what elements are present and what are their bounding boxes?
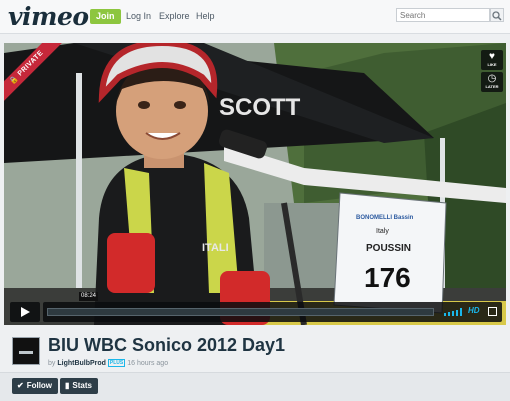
- time-display: 08:24: [79, 292, 99, 301]
- plate-number: 176: [364, 262, 411, 293]
- heart-icon: ♥: [489, 51, 495, 62]
- play-button[interactable]: [10, 302, 40, 322]
- tent-brand-text: SCOTT: [219, 94, 301, 121]
- lock-icon: 🔒: [8, 74, 20, 86]
- action-bar: ✔ Follow ▮ Stats: [0, 372, 510, 401]
- volume-control[interactable]: [444, 308, 464, 316]
- fullscreen-icon[interactable]: [488, 307, 497, 316]
- by-label: by: [48, 360, 56, 367]
- login-link[interactable]: Log In: [126, 11, 151, 21]
- video-player[interactable]: SCOTT ITALI BONOMELLI Bassin Italy POUSS…: [4, 43, 506, 325]
- plus-badge: PLUS: [107, 359, 126, 367]
- plate-country: Italy: [376, 228, 389, 235]
- stats-button[interactable]: ▮ Stats: [60, 378, 98, 394]
- later-label: LATER: [485, 84, 499, 89]
- top-nav: vimeo Join Log In Explore Help: [0, 0, 510, 34]
- help-link[interactable]: Help: [196, 11, 215, 21]
- stats-label: Stats: [72, 381, 92, 390]
- clock-icon: ◷: [487, 73, 497, 84]
- progress-track[interactable]: [47, 308, 434, 316]
- watch-later-button[interactable]: ◷ LATER: [481, 72, 503, 92]
- upload-time: 16 hours ago: [127, 360, 169, 367]
- plate-sponsor: BONOMELLI Bassin: [356, 215, 414, 221]
- control-bar: 08:24 HD: [43, 292, 502, 322]
- check-icon: ✔: [17, 381, 24, 390]
- search-icon: [492, 11, 502, 21]
- byline: by LightBulbProd PLUS 16 hours ago: [48, 359, 168, 367]
- video-info: BIU WBC Sonico 2012 Day1 by LightBulbPro…: [0, 327, 510, 401]
- bar-chart-icon: ▮: [65, 381, 70, 390]
- join-button[interactable]: Join: [90, 9, 121, 24]
- user-link[interactable]: LightBulbProd: [57, 360, 106, 367]
- follow-label: Follow: [26, 381, 53, 390]
- shirt-text: ITALI: [202, 242, 229, 254]
- avatar[interactable]: [12, 337, 40, 365]
- player-controls: 08:24 HD: [10, 292, 502, 322]
- vimeo-logo[interactable]: vimeo: [8, 2, 89, 31]
- search-input[interactable]: [396, 8, 490, 22]
- search-button[interactable]: [490, 8, 504, 22]
- plate-category: POUSSIN: [366, 243, 411, 254]
- like-button[interactable]: ♥ LIKE: [481, 50, 503, 70]
- vimeo-page: vimeo Join Log In Explore Help SCOTT: [0, 0, 510, 401]
- explore-link[interactable]: Explore: [159, 11, 190, 21]
- follow-button[interactable]: ✔ Follow: [12, 378, 59, 394]
- like-label: LIKE: [487, 62, 497, 67]
- hd-toggle[interactable]: HD: [468, 306, 480, 315]
- video-title: BIU WBC Sonico 2012 Day1: [48, 335, 286, 355]
- video-frame: SCOTT ITALI BONOMELLI Bassin Italy POUSS…: [4, 43, 506, 325]
